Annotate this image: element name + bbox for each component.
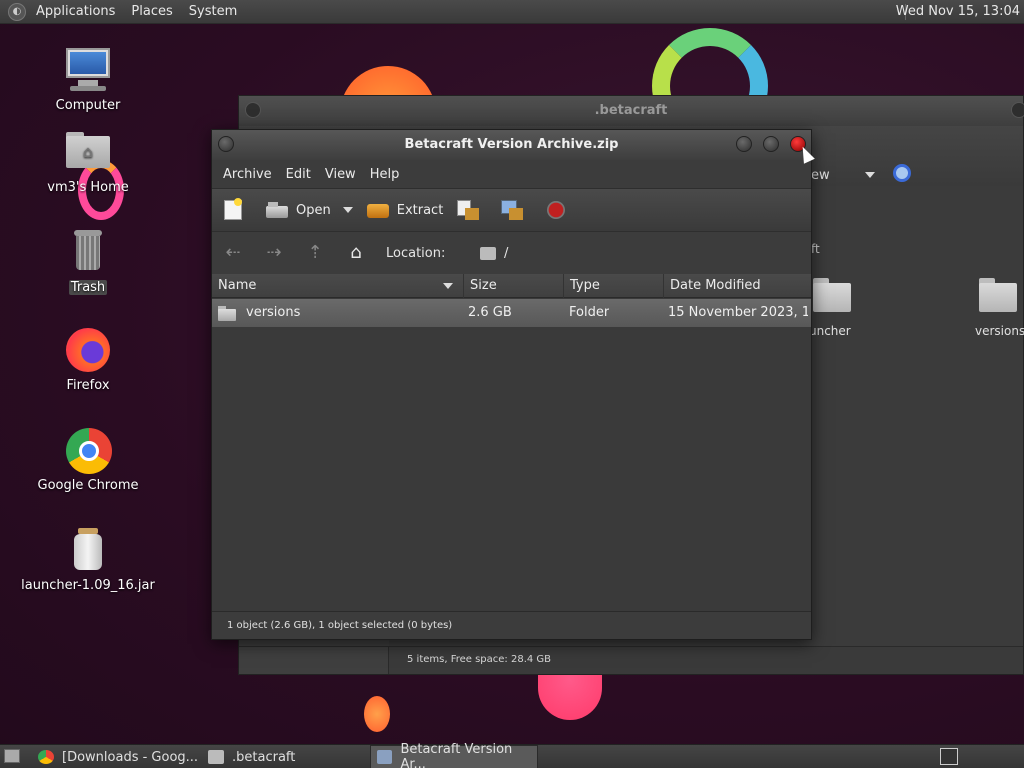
menubar: Archive Edit View Help — [212, 160, 811, 188]
location-path: / — [504, 245, 509, 261]
chrome-icon — [38, 750, 54, 764]
folder-icon — [480, 246, 496, 260]
column-name[interactable]: Name — [212, 274, 464, 298]
window-menu-icon[interactable] — [218, 136, 234, 152]
toolbar: Open Extract — [212, 188, 811, 232]
back-arrow-icon[interactable]: ⇠ — [222, 242, 244, 264]
file-list[interactable]: versions 2.6 GB Folder 15 November 2023,… — [212, 298, 811, 612]
bottom-panel: [Downloads - Goog... .betacraft Betacraf… — [0, 742, 1024, 768]
open-folder-icon — [266, 200, 288, 220]
folder-item-label[interactable]: versions — [975, 324, 1024, 338]
maximize-icon[interactable] — [763, 136, 779, 152]
view-label[interactable]: ew — [811, 168, 830, 183]
new-document-icon — [222, 198, 244, 220]
view-dropdown-icon[interactable] — [865, 172, 875, 178]
up-arrow-icon[interactable]: ⇡ — [304, 242, 326, 264]
desktop-icon-computer[interactable]: Computer — [18, 46, 158, 113]
window-titlebar[interactable]: .betacraft — [239, 96, 1024, 126]
back-statusbar: 5 items, Free space: 28.4 GB — [239, 646, 1023, 674]
firefox-icon — [64, 326, 112, 374]
clock[interactable]: Wed Nov 15, 13:04 — [896, 0, 1020, 24]
add-folder-button[interactable] — [501, 200, 531, 220]
open-button[interactable]: Open — [266, 200, 353, 220]
window-titlebar[interactable]: Betacraft Version Archive.zip — [212, 130, 811, 160]
search-icon[interactable] — [893, 164, 911, 182]
archive-manager-window[interactable]: Betacraft Version Archive.zip Archive Ed… — [211, 129, 812, 640]
desktop-icon-label: Computer — [55, 98, 121, 113]
sort-descending-icon — [443, 283, 453, 289]
archive-icon — [377, 750, 393, 764]
chrome-icon — [64, 426, 112, 474]
taskbar-item-chrome[interactable]: [Downloads - Goog... — [32, 745, 200, 768]
cell-size: 2.6 GB — [468, 305, 512, 320]
add-folder-icon — [501, 200, 524, 220]
menu-system[interactable]: System — [181, 0, 245, 24]
folder-icon[interactable] — [979, 278, 1017, 312]
window-menu-icon[interactable] — [245, 102, 261, 118]
cell-name: versions — [246, 305, 301, 320]
desktop-icon-label: Trash — [68, 280, 108, 295]
distro-logo-icon[interactable]: ◐ — [8, 2, 26, 21]
statusbar: 1 object (2.6 GB), 1 object selected (0 … — [212, 611, 811, 639]
home-folder-icon: ⌂ — [64, 128, 112, 176]
taskbar-item-archive[interactable]: Betacraft Version Ar... — [370, 742, 538, 768]
folder-icon[interactable] — [813, 278, 851, 312]
folder-icon — [218, 306, 236, 321]
show-desktop-icon[interactable] — [4, 749, 20, 763]
column-type[interactable]: Type — [564, 274, 664, 298]
folder-icon — [208, 750, 224, 764]
minimize-icon[interactable] — [736, 136, 752, 152]
window-title: .betacraft — [594, 103, 668, 118]
location-label: Location: — [386, 245, 446, 261]
column-size[interactable]: Size — [464, 274, 564, 298]
computer-icon — [64, 46, 112, 94]
taskbar-item-betacraft[interactable]: .betacraft — [202, 745, 368, 768]
desktop-icon-label: vm3's Home — [47, 180, 129, 195]
top-panel: ◐ Applications Places System Wed Nov 15,… — [0, 0, 1024, 24]
folder-item-label[interactable]: uncher — [809, 324, 851, 338]
home-icon[interactable]: ⌂ — [345, 242, 367, 264]
menu-help[interactable]: Help — [363, 167, 407, 182]
trash-icon — [64, 228, 112, 276]
back-status-text: 5 items, Free space: 28.4 GB — [407, 654, 552, 665]
cell-type: Folder — [569, 305, 610, 320]
extract-icon — [366, 200, 389, 220]
file-list-header: Name Size Type Date Modified — [212, 274, 811, 298]
status-text: 1 object (2.6 GB), 1 object selected (0 … — [227, 620, 453, 631]
menu-view[interactable]: View — [318, 167, 363, 182]
forward-arrow-icon[interactable]: ⇢ — [263, 242, 285, 264]
desktop-icon-label: Firefox — [66, 378, 110, 393]
menu-edit[interactable]: Edit — [279, 167, 318, 182]
menu-places[interactable]: Places — [123, 0, 180, 24]
menu-archive[interactable]: Archive — [216, 167, 279, 182]
column-date-modified[interactable]: Date Modified — [664, 274, 811, 298]
menu-applications[interactable]: Applications — [28, 0, 123, 24]
window-button-icon[interactable] — [1011, 102, 1024, 118]
location-bar: ⇠ ⇢ ⇡ ⌂ Location: / — [212, 232, 811, 274]
extract-button[interactable]: Extract — [366, 200, 443, 220]
desktop-icon-firefox[interactable]: Firefox — [18, 326, 158, 393]
open-dropdown-icon[interactable] — [342, 207, 353, 213]
desktop-icon-launcher-jar[interactable]: launcher-1.09_16.jar — [18, 526, 158, 593]
desktop-icon-label: launcher-1.09_16.jar — [21, 578, 155, 593]
new-archive-button[interactable] — [222, 198, 252, 220]
wallpaper-shape-drop — [364, 696, 390, 732]
add-files-icon — [457, 200, 480, 220]
add-files-button[interactable] — [457, 200, 487, 220]
location-field[interactable]: / — [470, 240, 810, 266]
stop-icon — [545, 200, 567, 220]
stop-button[interactable] — [545, 200, 575, 220]
jar-icon — [64, 526, 112, 574]
desktop-icon-chrome[interactable]: Google Chrome — [18, 426, 158, 493]
table-row[interactable]: versions 2.6 GB Folder 15 November 2023,… — [212, 299, 811, 327]
desktop-icon-home[interactable]: ⌂ vm3's Home — [18, 128, 158, 195]
window-title: Betacraft Version Archive.zip — [404, 137, 619, 152]
desktop-icon-label: Google Chrome — [37, 478, 139, 493]
workspace-switcher[interactable] — [940, 748, 958, 765]
path-partial: ft — [811, 242, 820, 256]
cell-date: 15 November 2023, 1... — [668, 305, 808, 320]
desktop-icon-trash[interactable]: Trash — [18, 228, 158, 295]
